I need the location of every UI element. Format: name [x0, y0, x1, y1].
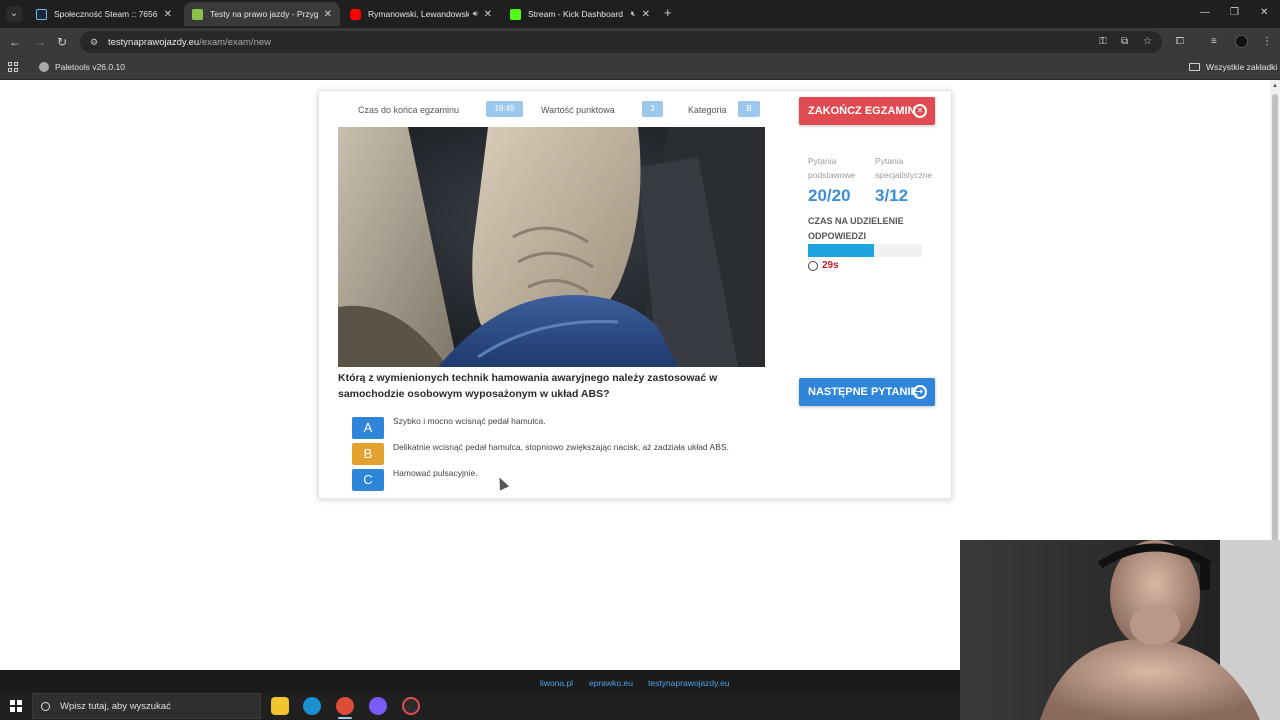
scroll-up-icon[interactable]: ▲ [1272, 83, 1278, 89]
browser-toolbar: ← → ↻ ⚙ testynaprawojazdy.eu /exam/exam/… [0, 28, 1280, 56]
search-icon [41, 701, 50, 711]
file-explorer-icon[interactable] [271, 697, 289, 715]
close-circle-icon: ✕ [913, 104, 927, 118]
basic-questions-count: 20/20 [808, 186, 851, 205]
footer-link-liwona[interactable]: liwona.pl [540, 678, 573, 688]
active-app-indicator [338, 717, 352, 719]
tab-bar: ⌄ Społeczność Steam :: 76561198 ✕ Testy … [0, 0, 1280, 28]
apps-icon[interactable] [8, 62, 18, 72]
category-label: Kategoria [688, 105, 727, 115]
youtube-icon [350, 8, 361, 20]
url-path: /exam/exam/new [199, 36, 271, 48]
menu-kebab-icon[interactable]: ⋮ [1262, 36, 1272, 47]
progress-fill [808, 244, 875, 257]
address-bar[interactable]: ⚙ testynaprawojazdy.eu /exam/exam/new [80, 31, 1162, 53]
points-label: Wartość punktowa [541, 105, 615, 115]
obs-icon[interactable] [402, 697, 420, 715]
tab-title: Rymanowski, Lewandowski [368, 9, 469, 19]
clock-icon [808, 260, 818, 271]
time-remaining-label: Czas do końca egzaminu [358, 105, 460, 115]
discord-icon[interactable] [369, 697, 387, 715]
tab-youtube[interactable]: Rymanowski, Lewandowski 🔊︎ ✕ [342, 2, 500, 26]
answer-text[interactable]: Hamować pulsacyjnie. [393, 468, 478, 478]
close-icon[interactable]: ✕ [484, 9, 492, 20]
forward-icon[interactable]: → [34, 35, 46, 49]
webcam-overlay [960, 540, 1280, 720]
muted-speaker-icon[interactable]: 🔇︎ [631, 9, 636, 19]
special-questions-count: 3/12 [875, 186, 909, 205]
close-icon[interactable]: ✕ [324, 9, 332, 20]
bookmark-paletools[interactable]: Paletools v26.0.10 [39, 62, 125, 72]
close-icon[interactable]: ✕ [164, 9, 172, 20]
steam-icon [36, 8, 47, 20]
tab-title: Społeczność Steam :: 76561198 [54, 9, 158, 19]
points-value: 3 [642, 101, 663, 117]
special-questions-label: Pytania specjalistyczne [875, 156, 933, 180]
answer-a[interactable]: A Szybko i mocno wcisnąć pedał hamulca. [352, 416, 546, 439]
site-favicon-icon [192, 8, 203, 20]
answer-letter[interactable]: C [352, 469, 384, 491]
tab-testy[interactable]: Testy na prawo jazdy - Przygoto ✕ [184, 2, 340, 26]
footer-link-testynaprawojazdy[interactable]: testynaprawojazdy.eu [648, 678, 730, 688]
windows-start-icon[interactable] [10, 700, 22, 712]
end-exam-label: ZAKOŃCZ EGZAMIN [808, 105, 916, 117]
answer-time-progress [808, 244, 922, 257]
profile-avatar[interactable] [1235, 35, 1248, 48]
install-app-icon[interactable]: ⧉ [1121, 36, 1128, 47]
url-host: testynaprawojazdy.eu [108, 36, 200, 48]
answer-timer: 29s [808, 260, 839, 271]
tab-title: Testy na prawo jazdy - Przygoto [210, 9, 318, 19]
bookmarks-bar: Paletools v26.0.10 Wszystkie zakładki [0, 56, 1280, 80]
time-remaining-value: 18:49 [486, 101, 523, 117]
answer-letter[interactable]: A [352, 417, 384, 439]
answer-text[interactable]: Szybko i mocno wcisnąć pedał hamulca. [393, 416, 546, 426]
answer-text[interactable]: Delikatnie wcisnąć pedał hamulca, stopni… [393, 442, 729, 452]
taskbar-search-placeholder: Wpisz tutaj, aby wyszukać [60, 700, 171, 712]
next-question-button[interactable]: NASTĘPNE PYTANIE ➜ [799, 378, 935, 406]
arrow-right-circle-icon: ➜ [913, 385, 927, 399]
restore-icon[interactable]: ❐ [1230, 7, 1239, 18]
extensions-icon[interactable]: ⧠ [1176, 36, 1184, 47]
basic-questions-label: Pytania podstawowe [808, 156, 856, 180]
bookmark-label: Paletools v26.0.10 [55, 62, 125, 72]
bookmark-star-icon[interactable]: ☆ [1143, 36, 1152, 47]
back-icon[interactable]: ← [9, 35, 21, 49]
chrome-icon[interactable] [336, 697, 354, 715]
all-bookmarks-label: Wszystkie zakładki [1206, 62, 1278, 72]
reload-icon[interactable]: ↻ [57, 35, 67, 49]
all-bookmarks[interactable]: Wszystkie zakładki [1189, 62, 1277, 72]
answer-c[interactable]: C Hamować pulsacyjnie. [352, 468, 478, 491]
window-close-icon[interactable]: ✕ [1260, 7, 1268, 18]
answer-time-label: CZAS NA UDZIELENIE ODPOWIEDZI [808, 216, 904, 241]
folder-icon [1189, 63, 1200, 71]
close-icon[interactable]: ✕ [642, 9, 650, 20]
question-image [338, 127, 765, 367]
site-info-icon[interactable]: ⚙ [90, 37, 100, 47]
kick-icon [510, 8, 521, 20]
answer-b[interactable]: B Delikatnie wcisnąć pedał hamulca, stop… [352, 442, 729, 465]
footer-link-eprawko[interactable]: eprawko.eu [589, 678, 633, 688]
minimize-icon[interactable]: — [1200, 7, 1210, 18]
tab-kick[interactable]: Stream - Kick Dashboard 🔇︎ ✕ [502, 2, 658, 26]
tab-title: Stream - Kick Dashboard [528, 9, 623, 19]
globe-icon [39, 62, 49, 72]
tab-steam[interactable]: Społeczność Steam :: 76561198 ✕ [28, 2, 180, 26]
password-key-icon[interactable]: ⚿ [1099, 36, 1107, 47]
category-value: B [738, 101, 760, 117]
taskbar-search[interactable]: Wpisz tutaj, aby wyszukać [32, 693, 261, 719]
new-tab-icon[interactable]: + [664, 6, 672, 20]
answer-letter[interactable]: B [352, 443, 384, 465]
tab-search-icon[interactable]: ⌄ [6, 6, 22, 22]
timer-value: 29s [822, 260, 839, 271]
speaker-icon[interactable]: 🔊︎ [473, 9, 478, 19]
next-question-label: NASTĘPNE PYTANIE [808, 386, 918, 398]
question-text: Którą z wymienionych technik hamowania a… [338, 372, 718, 400]
end-exam-button[interactable]: ZAKOŃCZ EGZAMIN ✕ [799, 97, 935, 125]
media-control-icon[interactable]: ≡ [1211, 36, 1217, 47]
edge-icon[interactable] [303, 697, 321, 715]
